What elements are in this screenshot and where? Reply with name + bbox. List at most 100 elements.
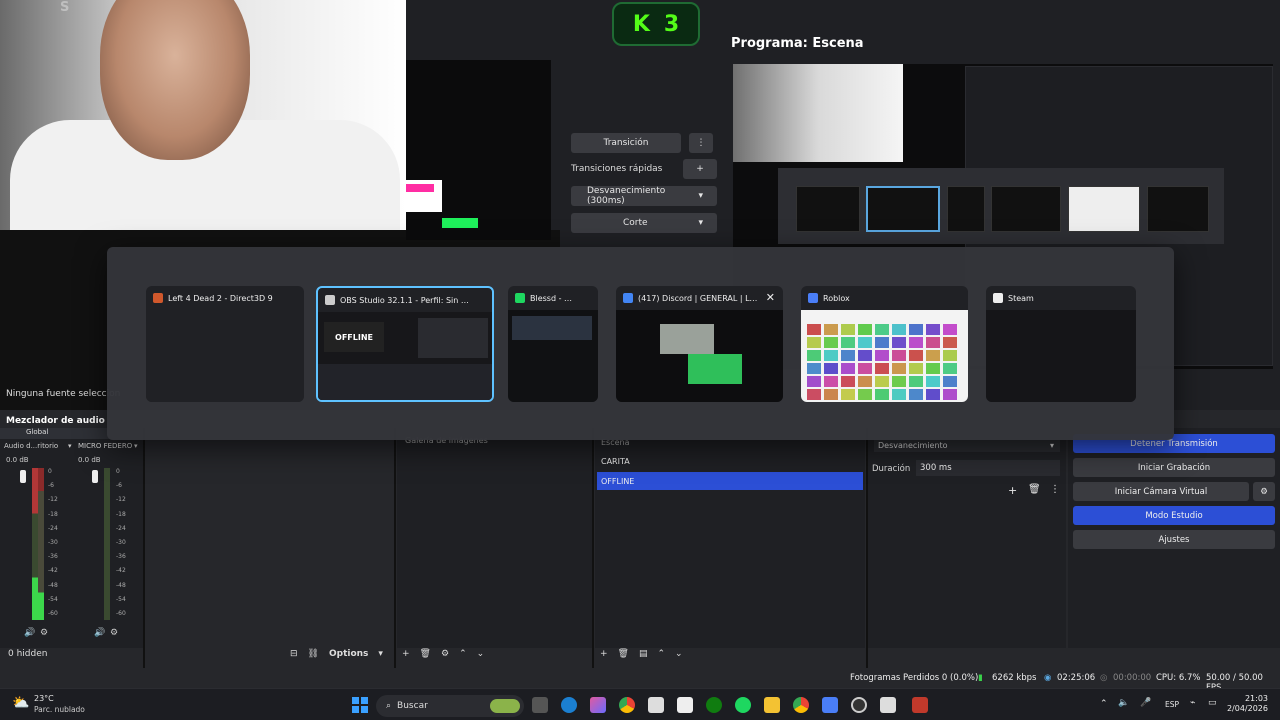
chevron-down-icon[interactable]: ▾ (134, 442, 138, 450)
game-tile (943, 337, 957, 348)
nested-thumbnail (796, 186, 860, 232)
taskbar-clock[interactable]: 21:03 2/04/2026 (1227, 694, 1268, 714)
gear-icon[interactable]: ⚙ (110, 628, 118, 638)
gear-icon[interactable]: ⚙ (1253, 482, 1275, 501)
game-tile (926, 389, 940, 400)
card-spotify[interactable]: Blessd - YOGU... (508, 286, 598, 402)
plus-icon[interactable]: + (402, 649, 410, 659)
game-tile (892, 363, 906, 374)
calculator-icon[interactable] (648, 697, 664, 713)
game-tile (841, 337, 855, 348)
volume-slider[interactable] (92, 470, 98, 483)
settings-button[interactable]: Ajustes (1073, 530, 1275, 549)
trash-icon[interactable]: 🗑 (420, 649, 431, 659)
folder-icon[interactable] (764, 697, 780, 713)
gear-icon[interactable]: ⚙ (40, 628, 48, 638)
channel-name: MICRO FEDERO (78, 442, 133, 450)
chevron-down-icon[interactable]: ▾ (68, 442, 72, 450)
game-tile (875, 350, 889, 361)
game-tile (807, 350, 821, 361)
cut-transition-button[interactable]: Corte ▾ (571, 213, 717, 233)
link-icon[interactable]: ⛓ (308, 649, 319, 659)
chevron-up-icon[interactable]: ⌃ (1100, 699, 1108, 709)
chair-logo: S (60, 0, 70, 15)
filter-icon[interactable]: ▤ (639, 649, 648, 659)
spotify-icon[interactable] (735, 697, 751, 713)
store-icon[interactable] (677, 697, 693, 713)
trash-icon[interactable]: 🗑 (1028, 484, 1041, 495)
obs-icon[interactable] (851, 697, 867, 713)
edge-icon[interactable] (561, 697, 577, 713)
battery-icon[interactable]: ▭ (1208, 698, 1217, 708)
task-view-icon[interactable] (532, 697, 548, 713)
language-indicator[interactable]: ESP (1165, 700, 1179, 709)
xbox-icon[interactable] (706, 697, 722, 713)
weather-temp[interactable]: 23°C (34, 694, 54, 703)
card-roblox[interactable]: Roblox (801, 286, 968, 402)
card-obs[interactable]: OBS Studio 32.1.1 - Perfil: Sin Título -… (316, 286, 494, 402)
game-tile (858, 337, 872, 348)
chevron-down-icon[interactable]: ▾ (378, 649, 383, 659)
game-tile (841, 324, 855, 335)
scene-item-carita[interactable]: CARITA (597, 452, 863, 470)
fade-transition-button[interactable]: Desvanecimiento (300ms) ▾ (571, 186, 717, 206)
game-tile (909, 324, 923, 335)
trash-icon[interactable]: 🗑 (618, 649, 629, 659)
microphone-icon[interactable]: 🎤 (1140, 698, 1151, 708)
plus-icon[interactable]: + (600, 649, 608, 659)
status-bar: Fotogramas Perdidos 0 (0.0%) ▮ 6262 kbps… (0, 668, 1280, 693)
arrow-up-icon[interactable]: ⌃ (658, 649, 666, 659)
program-title: Programa: Escena (731, 36, 864, 51)
search-placeholder: Buscar (397, 701, 428, 711)
taskbar-search[interactable]: ⌕ Buscar (376, 695, 524, 717)
transition-menu-button[interactable]: ⋮ (689, 133, 713, 153)
hidden-count: 0 hidden (8, 649, 48, 659)
card-steam[interactable]: Steam (986, 286, 1136, 402)
nested-thumbnail (866, 186, 940, 232)
left4dead-icon[interactable] (912, 697, 928, 713)
chrome-icon[interactable] (619, 697, 635, 713)
meter-tick-label: -60 (116, 610, 126, 617)
chrome-icon[interactable] (793, 697, 809, 713)
volume-slider[interactable] (20, 470, 26, 483)
game-tile (807, 337, 821, 348)
game-tile (892, 389, 906, 400)
plus-icon[interactable]: + (1008, 484, 1017, 497)
weather-desc[interactable]: Parc. nublado (34, 705, 85, 714)
virtual-camera-button[interactable]: Iniciar Cámara Virtual (1073, 482, 1249, 501)
copilot-icon[interactable] (590, 697, 606, 713)
arrow-down-icon[interactable]: ⌄ (477, 649, 485, 659)
weather-icon[interactable]: ⛅ (12, 695, 29, 711)
collapse-icon[interactable]: ⊟ (290, 649, 298, 659)
transition-type-select[interactable]: Desvanecimiento ▾ (874, 438, 1060, 452)
window-title: Steam (993, 293, 1114, 303)
transition-button[interactable]: Transición (571, 133, 681, 153)
app-icon (515, 293, 525, 303)
scene-item-offline[interactable]: OFFLINE (597, 472, 863, 490)
channel-db: 0.0 dB (78, 456, 101, 464)
game-tile (926, 363, 940, 374)
volume-icon[interactable]: 🔈 (1118, 698, 1129, 708)
speaker-icon[interactable]: 🔊 (24, 628, 35, 638)
studio-mode-button[interactable]: Modo Estudio (1073, 506, 1275, 525)
meter-tick-label: -36 (48, 553, 58, 561)
quick-transitions-label: Transiciones rápidas (571, 164, 663, 174)
preview-dark-area (406, 60, 551, 240)
duration-field[interactable]: 300 ms (916, 460, 1060, 476)
add-quick-transition-button[interactable]: + (683, 159, 717, 179)
start-recording-button[interactable]: Iniciar Grabación (1073, 458, 1275, 477)
options-button[interactable]: Options (329, 649, 368, 659)
arrow-up-icon[interactable]: ⌃ (459, 649, 467, 659)
glitch-block (406, 184, 434, 192)
windows-start-icon[interactable] (352, 697, 368, 713)
card-discord[interactable]: (417) Discord | GENERAL | LOS... ✕ (616, 286, 783, 402)
roblox-icon[interactable] (822, 697, 838, 713)
speaker-icon[interactable]: 🔊 (94, 628, 105, 638)
more-icon[interactable]: ⋮ (1050, 484, 1060, 495)
card-left4dead[interactable]: Left 4 Dead 2 - Direct3D 9 (146, 286, 304, 402)
app-icon[interactable] (880, 697, 896, 713)
close-icon[interactable]: ✕ (766, 291, 775, 304)
network-icon[interactable]: ⌁ (1190, 698, 1195, 708)
gear-icon[interactable]: ⚙ (441, 649, 449, 659)
arrow-down-icon[interactable]: ⌄ (675, 649, 683, 659)
